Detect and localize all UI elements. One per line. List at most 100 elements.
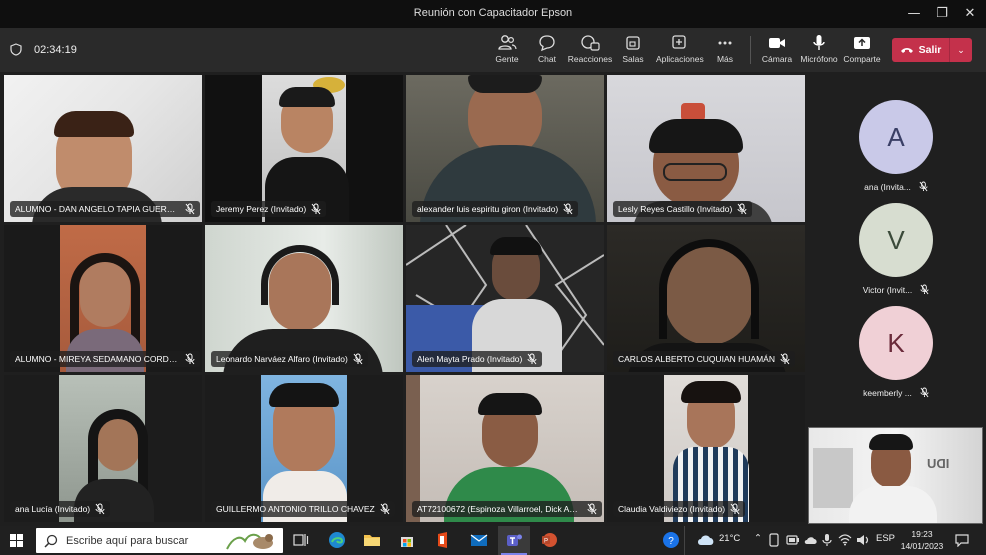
mic-off-icon <box>737 203 747 215</box>
search-placeholder: Escribe aquí para buscar <box>66 534 189 547</box>
microsoft-store-icon[interactable] <box>398 531 416 549</box>
video-tile[interactable]: AT72100672 (Espinoza Villarroel, Dick An… <box>406 375 604 522</box>
svg-text:P: P <box>544 539 548 545</box>
video-tile[interactable]: ana Lucía (Invitado) <box>4 375 202 522</box>
video-tile[interactable]: Alen Mayta Prado (Invitado) <box>406 225 604 372</box>
task-view-icon[interactable] <box>292 531 310 549</box>
leave-label: Salir <box>918 44 942 56</box>
video-tile[interactable]: Lesly Reyes Castillo (Invitado) <box>607 75 805 222</box>
leave-main[interactable]: Salir <box>892 44 949 56</box>
apps-button[interactable]: Aplicaciones <box>656 34 704 64</box>
avatar: K <box>859 306 933 380</box>
close-icon[interactable]: ✕ <box>960 4 980 24</box>
share-button[interactable]: Comparte <box>839 34 885 64</box>
video-tile[interactable]: CARLOS ALBERTO CUQUIAN HUAMÁN <box>607 225 805 372</box>
taskbar-clock[interactable]: 19:23 14/01/2023 <box>898 528 946 552</box>
onedrive-cloud-icon[interactable] <box>804 534 818 546</box>
windows-start-icon[interactable] <box>10 534 23 547</box>
mic-label: Micrófono <box>800 54 838 64</box>
notifications-icon[interactable] <box>955 533 969 547</box>
share-screen-icon <box>854 37 870 49</box>
mic-button[interactable]: Micrófono <box>796 34 842 64</box>
battery-icon[interactable] <box>786 534 800 546</box>
participant-avatar-tile[interactable]: K keemberly ... <box>848 306 944 398</box>
weather-cloud-icon[interactable] <box>696 531 716 549</box>
share-label: Comparte <box>843 54 881 64</box>
input-language[interactable]: ESP <box>876 533 895 544</box>
help-icon[interactable]: ? <box>662 531 680 549</box>
rooms-button[interactable]: Salas <box>610 34 656 64</box>
maximize-icon[interactable]: ❐ <box>932 4 952 24</box>
participant-name: ana (Invita... <box>848 181 944 192</box>
more-icon <box>718 41 732 45</box>
more-button[interactable]: Más <box>702 34 748 64</box>
hang-up-icon <box>900 48 913 53</box>
wifi-icon[interactable] <box>838 534 852 546</box>
show-hidden-icons-icon[interactable]: ⌃ <box>754 533 762 544</box>
participant-name: ana Lucía (Invitado) <box>10 501 111 517</box>
people-icon <box>498 35 517 50</box>
video-tile[interactable]: GUILLERMO ANTONIO TRILLO CHAVEZ <box>205 375 403 522</box>
file-explorer-icon[interactable] <box>363 531 381 549</box>
video-tile[interactable]: ALUMNO - MIREYA SEDAMANO CORDOVA <box>4 225 202 372</box>
reactions-button[interactable]: Reacciones <box>567 34 613 64</box>
mic-off-icon <box>563 203 573 215</box>
camera-button[interactable]: Cámara <box>754 34 800 64</box>
leave-options-chevron-icon[interactable]: ⌄ <box>950 45 972 56</box>
meeting-timer: 02:34:19 <box>10 43 77 56</box>
video-tile[interactable]: ALUMNO - DAN ANGELO TAPIA GUERRERO <box>4 75 202 222</box>
volume-icon[interactable] <box>856 534 870 546</box>
video-tile[interactable]: Jeremy Perez (Invitado) <box>205 75 403 222</box>
participant-name: keemberly ... <box>848 387 944 398</box>
participant-name: Victor (Invit... <box>848 284 944 295</box>
participant-name: ALUMNO - DAN ANGELO TAPIA GUERRERO <box>10 201 200 217</box>
mic-off-icon <box>730 503 740 515</box>
people-label: Gente <box>495 54 519 64</box>
participant-avatar-tile[interactable]: A ana (Invita... <box>848 100 944 192</box>
mic-off-icon <box>185 203 195 215</box>
apps-label: Aplicaciones <box>656 54 704 64</box>
windows-taskbar: Escribe aquí para buscar P ? 21°C ⌃ ESP … <box>0 526 986 555</box>
reactions-icon <box>581 35 600 51</box>
window-title: Reunión con Capacitador Epson <box>413 7 573 19</box>
search-icon <box>44 534 58 548</box>
edge-browser-icon[interactable] <box>328 531 346 549</box>
phone-link-icon[interactable] <box>768 533 780 547</box>
participant-name: Alen Mayta Prado (Invitado) <box>412 351 543 367</box>
meeting-toolbar: 02:34:19 Gente Chat Reacciones Salas Apl… <box>0 28 986 72</box>
microphone-icon <box>813 35 825 50</box>
svg-text:?: ? <box>668 536 674 547</box>
taskbar-search-box[interactable]: Escribe aquí para buscar <box>36 528 283 553</box>
chat-label: Chat <box>538 54 556 64</box>
wall-logo-text: IDU <box>927 456 950 471</box>
mic-off-icon <box>587 503 597 515</box>
chat-button[interactable]: Chat <box>524 34 570 64</box>
participant-avatar-tile[interactable]: V Victor (Invit... <box>848 203 944 295</box>
teams-icon[interactable] <box>505 531 523 549</box>
mail-icon[interactable] <box>470 531 488 549</box>
weather-temp[interactable]: 21°C <box>719 533 740 544</box>
clock-date: 14/01/2023 <box>900 541 944 551</box>
mic-off-icon <box>780 353 790 365</box>
toolbar-divider <box>750 36 751 64</box>
self-view-video[interactable]: IDU <box>808 427 983 524</box>
video-tile[interactable]: Claudia Valdiviezo (Invitado) <box>607 375 805 522</box>
shield-icon <box>10 43 22 56</box>
mic-off-icon <box>95 503 105 515</box>
participant-name: ALUMNO - MIREYA SEDAMANO CORDOVA <box>10 351 200 367</box>
participant-name: GUILLERMO ANTONIO TRILLO CHAVEZ <box>211 501 395 517</box>
video-tile[interactable]: alexander luis espiritu giron (Invitado) <box>406 75 604 222</box>
taskbar-mic-icon[interactable] <box>822 533 832 547</box>
powerpoint-icon[interactable]: P <box>540 531 558 549</box>
office-icon[interactable] <box>434 531 452 549</box>
camera-icon <box>769 38 785 48</box>
reactions-label: Reacciones <box>567 54 613 64</box>
minimize-icon[interactable]: — <box>904 4 924 24</box>
leave-button[interactable]: Salir ⌄ <box>892 38 972 62</box>
participant-name: Jeremy Perez (Invitado) <box>211 201 327 217</box>
add-apps-icon <box>672 35 686 49</box>
video-tile[interactable]: Leonardo Narváez Alfaro (Invitado) <box>205 225 403 372</box>
clock-time: 19:23 <box>911 529 933 539</box>
mic-off-icon <box>919 181 928 192</box>
mic-off-icon <box>353 353 363 365</box>
